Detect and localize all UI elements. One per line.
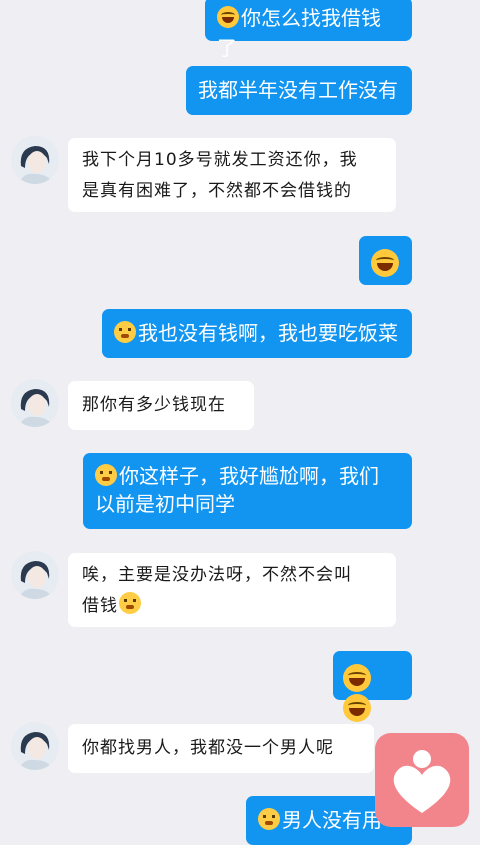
- message-text: 你这样子，我好尴尬啊，我们: [119, 464, 379, 488]
- message-sent-emoji-2[interactable]: [333, 651, 412, 722]
- message-received-4[interactable]: 你都找男人，我都没一个男人呢: [68, 724, 374, 773]
- message-sent-emoji-1[interactable]: [359, 236, 412, 285]
- tears-of-joy-emoji-icon: [217, 6, 239, 28]
- message-text: 你都找男人，我都没一个男人呢: [82, 738, 334, 758]
- contact-avatar[interactable]: [11, 722, 59, 770]
- awkward-face-emoji-icon: [258, 808, 280, 830]
- heart-person-icon: [393, 750, 451, 813]
- floating-heart-button[interactable]: [375, 733, 469, 827]
- tears-of-joy-emoji-icon: [371, 248, 399, 277]
- message-text-line: 唉，主要是没办法呀，不然不会叫: [82, 565, 352, 585]
- message-sent-3[interactable]: 我也没有钱啊，我也要吃饭菜: [102, 309, 412, 358]
- message-text-line: 我下个月10多号就发工资还你，我: [82, 150, 358, 170]
- message-text: 借钱: [82, 596, 118, 616]
- awkward-face-emoji-icon: [119, 592, 141, 614]
- tears-of-joy-emoji-icon: [343, 694, 371, 722]
- message-text-line: 借钱: [82, 591, 382, 622]
- contact-avatar[interactable]: [11, 379, 59, 427]
- message-received-2[interactable]: 那你有多少钱现在: [68, 381, 254, 430]
- tears-of-joy-emoji-icon: [343, 663, 371, 692]
- message-received-3[interactable]: 唉，主要是没办法呀，不然不会叫 借钱: [68, 553, 396, 627]
- message-sent-1[interactable]: 你怎么找我借钱了: [205, 0, 412, 60]
- contact-avatar[interactable]: [11, 551, 59, 599]
- awkward-face-emoji-icon: [114, 321, 136, 343]
- message-sent-4[interactable]: 你这样子，我好尴尬啊，我们 以前是初中同学: [83, 453, 412, 529]
- message-text: 你怎么找我借钱了: [217, 6, 381, 60]
- message-text: 我也没有钱啊，我也要吃饭菜: [138, 321, 398, 345]
- message-text: 我都半年没有工作没有: [198, 78, 398, 102]
- message-text: 那你有多少钱现在: [82, 395, 226, 415]
- message-text-line: 以前是初中同学: [95, 492, 235, 516]
- message-sent-2[interactable]: 我都半年没有工作没有: [186, 66, 412, 115]
- message-text-line: 是真有困难了，不然都不会借钱的: [82, 181, 352, 201]
- message-received-1[interactable]: 我下个月10多号就发工资还你，我 是真有困难了，不然都不会借钱的: [68, 138, 396, 212]
- message-text: 男人没有用: [282, 808, 382, 832]
- awkward-face-emoji-icon: [95, 464, 117, 486]
- message-text-line: 你这样子，我好尴尬啊，我们: [95, 462, 400, 490]
- contact-avatar[interactable]: [11, 136, 59, 184]
